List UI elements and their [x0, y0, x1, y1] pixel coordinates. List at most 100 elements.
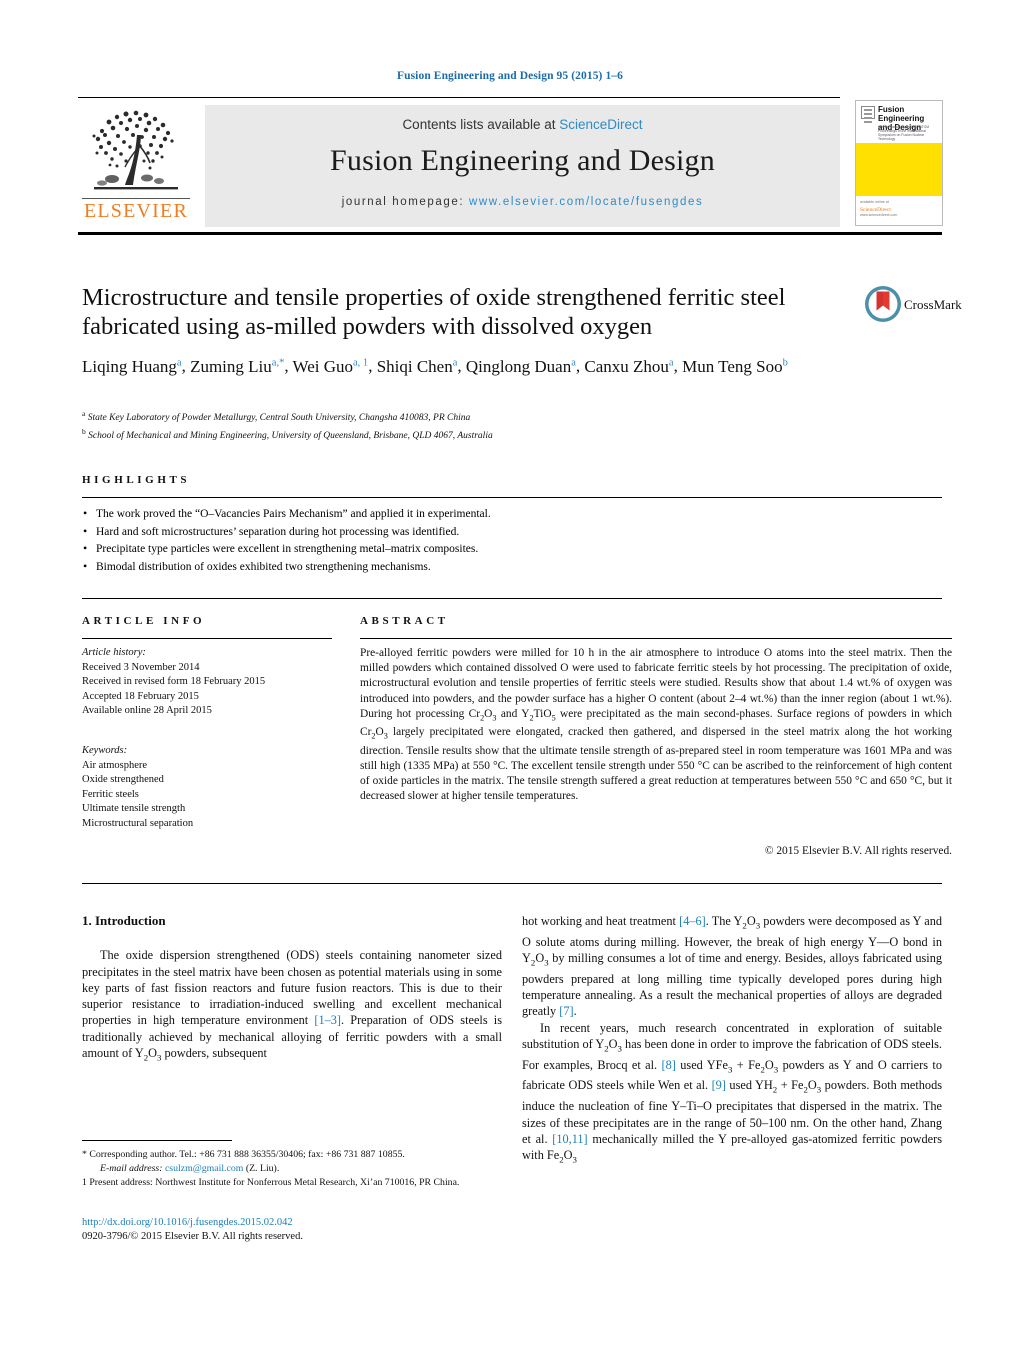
cover-color-block — [856, 143, 942, 196]
paragraph: In recent years, much research concentra… — [522, 1020, 942, 1165]
journal-article-page: Fusion Engineering and Design 95 (2015) … — [0, 0, 1020, 1351]
email-note: E-mail address: csulzm@gmail.com (Z. Liu… — [82, 1162, 502, 1175]
author-item[interactable]: Wei Guoa, 1 — [293, 357, 369, 376]
paragraph-part: . — [573, 1004, 577, 1019]
paragraph-part: . The Y — [705, 914, 743, 928]
keywords-label: Keywords: — [82, 745, 128, 756]
paragraph-part: powders, subsequent — [161, 1046, 267, 1061]
article-info-rule — [82, 638, 332, 639]
footnote-rule — [82, 1140, 232, 1141]
highlights-rule — [82, 497, 942, 498]
article-history-item: Received in revised form 18 February 201… — [82, 676, 266, 687]
cover-society-badge-icon — [861, 106, 875, 123]
formula-sub: 2 — [559, 1154, 564, 1165]
author-item[interactable]: Mun Teng Soob — [682, 357, 788, 376]
abstract-text: Pre-alloyed ferritic powders were milled… — [360, 646, 952, 805]
author-item[interactable]: Zuming Liua,* — [190, 357, 284, 376]
citation-link[interactable]: [7] — [559, 1004, 573, 1018]
author-name: Mun Teng Soo — [682, 356, 783, 376]
author-mark: a,* — [271, 357, 285, 368]
affiliation-text: State Key Laboratory of Powder Metallurg… — [87, 413, 471, 424]
highlights-list: The work proved the “O–Vacancies Pairs M… — [82, 505, 852, 576]
author-list: Liqing Huanga, Zuming Liua,*, Wei Guoa, … — [82, 356, 788, 376]
highlight-item: Hard and soft microstructures’ separatio… — [82, 523, 852, 541]
cover-footer-note: available online at — [860, 200, 889, 204]
crossmark-icon — [865, 286, 901, 322]
contents-available-line: Contents lists available at ScienceDirec… — [205, 105, 840, 132]
affiliation-text: School of Mechanical and Mining Engineer… — [88, 431, 493, 442]
paragraph-part: used YFe — [675, 1057, 728, 1072]
homepage-label: journal homepage: — [341, 196, 469, 208]
cover-top-section: Fusion Engineering and Design with the A… — [856, 101, 942, 143]
author-name: Zuming Liu — [190, 356, 272, 376]
author-item[interactable]: Liqing Huanga — [82, 357, 182, 376]
formula-part: TiO — [533, 707, 552, 720]
citation-link[interactable]: [8] — [662, 1058, 676, 1072]
abstract-part: largely precipitated were elongated, cra… — [360, 726, 952, 803]
citation-link[interactable]: [9] — [712, 1078, 726, 1092]
highlights-bottom-rule — [82, 598, 942, 599]
paragraph: hot working and heat treatment [4–6]. Th… — [522, 914, 943, 1019]
cover-journal-subtitle: with the Association of EURATOM Proceedi… — [878, 125, 930, 141]
author-mark: a — [176, 357, 182, 368]
contents-prefix: Contents lists available at — [402, 117, 560, 132]
affiliation-item: b School of Mechanical and Mining Engine… — [82, 425, 862, 443]
author-name: Wei Guo — [292, 356, 354, 376]
article-title: Microstructure and tensile properties of… — [82, 284, 786, 340]
article-info-heading: ARTICLE INFO — [82, 615, 206, 627]
journal-title: Fusion Engineering and Design — [330, 144, 715, 177]
formula-part: O — [375, 726, 384, 739]
keywords-block: Keywords: Air atmosphere Oxide strengthe… — [82, 744, 332, 831]
article-history-item: Accepted 18 February 2015 — [82, 690, 199, 702]
formula-sub: 3 — [572, 1154, 577, 1165]
abstract-heading: ABSTRACT — [360, 615, 449, 627]
email-link[interactable]: csulzm@gmail.com — [165, 1163, 243, 1174]
author-mark: a, 1 — [353, 357, 369, 368]
abstract-rule — [360, 638, 952, 639]
crossmark-badge[interactable]: CrossMark — [864, 285, 962, 325]
author-name: Shiqi Chen — [376, 356, 453, 376]
affiliation-mark: a — [82, 409, 86, 418]
keyword-item: Ultimate tensile strength — [82, 803, 186, 814]
author-item[interactable]: Qinglong Duana — [466, 357, 576, 376]
elsevier-wordmark: ELSEVIER — [82, 198, 190, 222]
journal-cover-thumbnail[interactable]: Fusion Engineering and Design with the A… — [855, 100, 943, 226]
paragraph-part: by milling consumes a lot of time and en… — [522, 951, 942, 1019]
formula-sub: 2 — [742, 920, 747, 931]
paragraph-part: + Fe — [777, 1078, 804, 1093]
doi-link[interactable]: http://dx.doi.org/10.1016/j.fusengdes.20… — [82, 1216, 502, 1230]
formula-sub: 2 — [530, 957, 536, 968]
issn-copyright: 0920-3796/© 2015 Elsevier B.V. All right… — [82, 1231, 303, 1242]
abstract-part: and Y — [496, 707, 530, 720]
citation-link[interactable]: [10,11] — [552, 1132, 587, 1146]
paragraph-part: used YH — [725, 1078, 773, 1093]
abstract-bottom-rule — [82, 883, 942, 884]
elsevier-tree-icon — [92, 110, 178, 190]
article-history-block: Article history: Received 3 November 201… — [82, 646, 332, 719]
header-bottom-rule — [78, 232, 942, 235]
email-label: E-mail address: — [100, 1163, 163, 1174]
highlights-heading: HIGHLIGHTS — [82, 474, 191, 486]
affiliation-item: a State Key Laboratory of Powder Metallu… — [82, 407, 862, 425]
running-head: Fusion Engineering and Design 95 (2015) … — [396, 70, 624, 82]
citation-link[interactable]: [1–3] — [314, 1013, 341, 1027]
keyword-item: Ferritic steels — [82, 788, 139, 800]
author-mark: a — [571, 357, 576, 368]
affiliation-mark: b — [82, 427, 86, 437]
author-mark: a — [668, 357, 674, 368]
paragraph: The oxide dispersion strengthened (ODS) … — [82, 948, 502, 1063]
author-item[interactable]: Canxu Zhoua — [584, 357, 673, 376]
homepage-url-link[interactable]: www.elsevier.com/locate/fusengdes — [469, 196, 703, 208]
author-item[interactable]: Shiqi Chena — [377, 357, 458, 376]
email-person: (Z. Liu). — [245, 1163, 280, 1174]
paragraph-part: hot working and heat treatment — [522, 914, 680, 928]
article-history-item: Available online 28 April 2015 — [82, 705, 212, 716]
author-mark: b — [782, 357, 788, 368]
sciencedirect-link[interactable]: ScienceDirect — [559, 117, 642, 132]
cover-footer-url: www.sciencedirect.com — [860, 213, 898, 217]
author-name: Canxu Zhou — [584, 356, 669, 376]
author-mark: a — [452, 357, 458, 368]
citation-link[interactable]: [4–6] — [679, 914, 706, 928]
formula-sub: 2 — [143, 1052, 149, 1063]
present-address-note: 1 Present address: Northwest Institute f… — [82, 1177, 460, 1188]
